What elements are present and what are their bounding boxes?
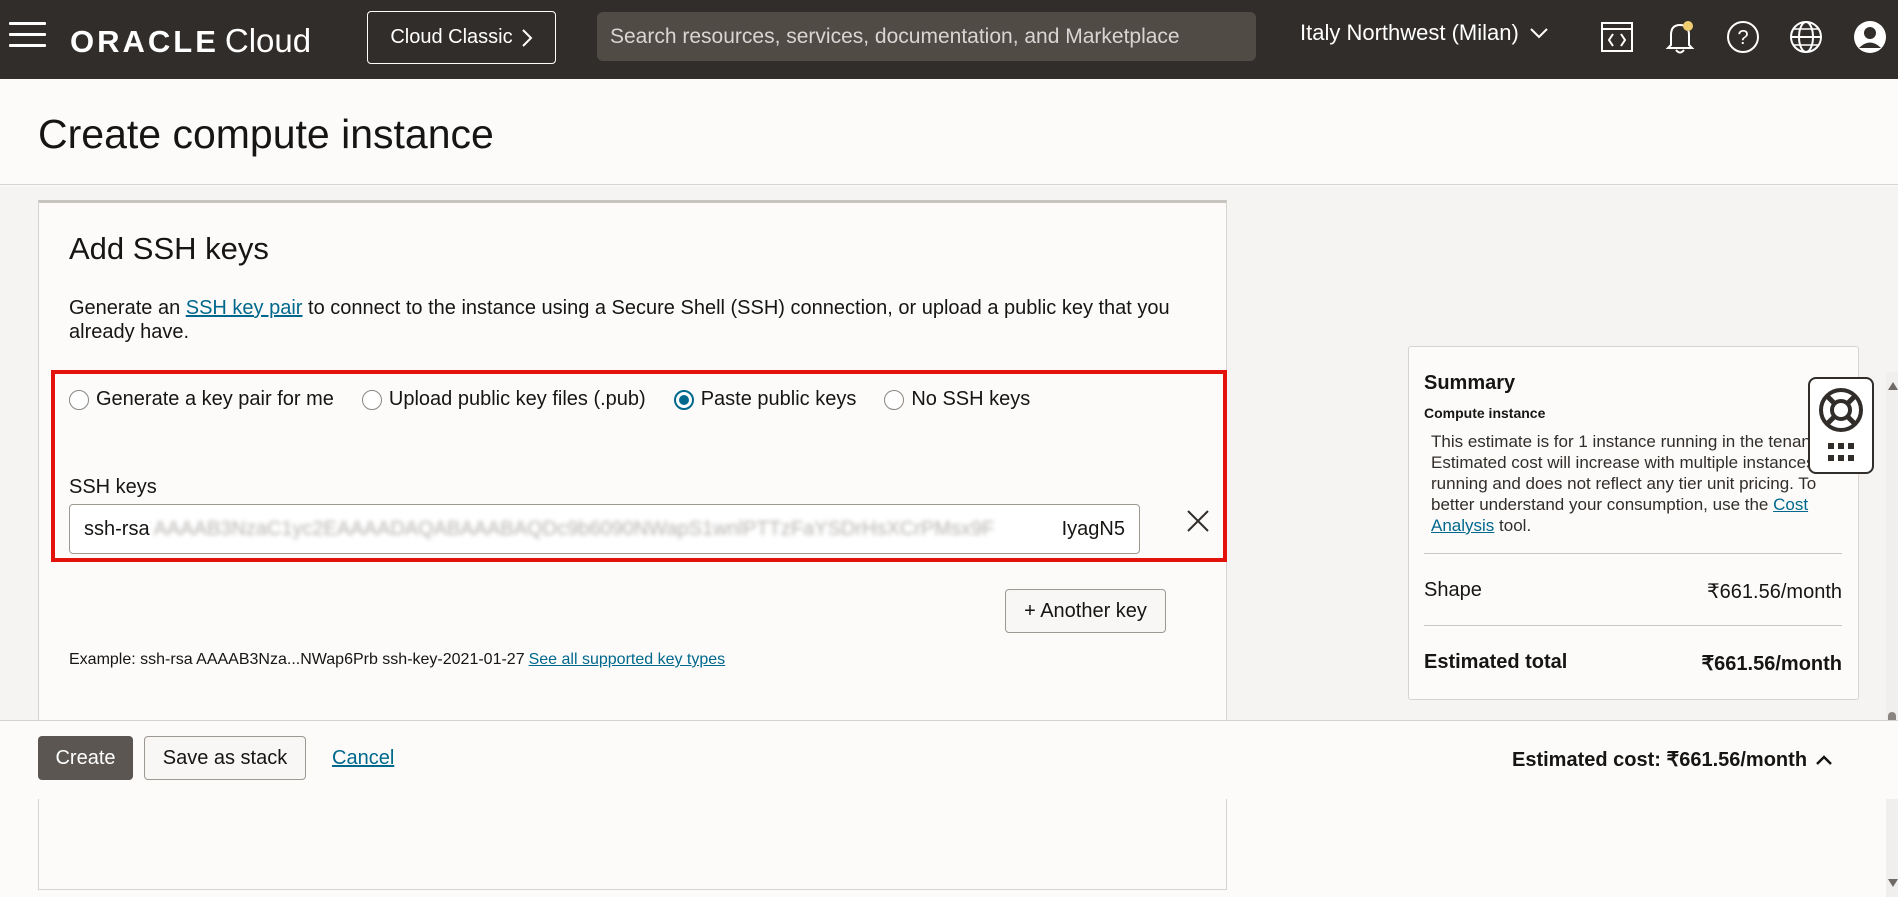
globe-icon[interactable]: [1787, 18, 1825, 56]
bottom-action-bar: Create Save as stack Cancel Estimated co…: [0, 720, 1898, 799]
summary-description: This estimate is for 1 instance running …: [1431, 431, 1841, 536]
another-key-button[interactable]: + Another key: [1005, 589, 1166, 633]
cloud-classic-label: Cloud Classic: [390, 26, 513, 48]
ssh-description: Generate an SSH key pair to connect to t…: [69, 296, 1199, 344]
shape-value: ₹661.56/month: [1706, 581, 1842, 603]
ssh-keys-label: SSH keys: [69, 476, 157, 498]
summary-subtitle: Compute instance: [1424, 405, 1546, 421]
summary-divider: [1424, 625, 1842, 626]
ssh-key-suffix: IyagN5: [1061, 517, 1125, 540]
ssh-option-radio-group: Generate a key pair for me Upload public…: [69, 388, 1030, 411]
create-button[interactable]: Create: [38, 736, 133, 780]
chevron-down-icon: [1530, 28, 1548, 39]
ssh-key-pair-link[interactable]: SSH key pair: [186, 297, 303, 319]
region-selector[interactable]: Italy Northwest (Milan): [1300, 20, 1549, 46]
save-as-stack-button[interactable]: Save as stack: [144, 736, 306, 780]
summary-text-before: This estimate is for 1 instance running …: [1431, 432, 1832, 514]
shape-label: Shape: [1424, 579, 1482, 601]
radio-circle[interactable]: [884, 389, 905, 410]
oracle-cloud-logo[interactable]: ORACLE Cloud: [70, 22, 311, 60]
radio-circle-selected[interactable]: [673, 389, 694, 410]
logo-oracle-text: ORACLE: [70, 24, 219, 59]
page-title: Create compute instance: [38, 111, 494, 157]
lifebuoy-icon: [1819, 388, 1863, 432]
search-placeholder: Search resources, services, documentatio…: [610, 24, 1180, 48]
ssh-section-heading: Add SSH keys: [69, 231, 269, 266]
main-content: Add SSH keys Generate an SSH key pair to…: [0, 186, 1898, 897]
ssh-keys-input[interactable]: ssh-rsa AAAAB3NzaC1yc2EAAAADAQABAAABAQDc…: [69, 504, 1140, 554]
radio-paste-public-keys[interactable]: Paste public keys: [673, 388, 857, 411]
scroll-down-arrow-icon[interactable]: [1888, 879, 1898, 887]
chevron-right-icon: [521, 28, 533, 47]
estimated-cost-toggle[interactable]: Estimated cost: ₹661.56/month: [1512, 747, 1833, 772]
estimated-total-row: Estimated total ₹661.56/month: [1424, 651, 1842, 676]
code-editor-icon[interactable]: [1598, 18, 1636, 56]
hamburger-menu-icon[interactable]: [9, 22, 46, 50]
svg-text:?: ?: [1737, 27, 1748, 49]
ssh-key-prefix: ssh-rsa: [84, 517, 150, 540]
total-value: ₹661.56/month: [1701, 653, 1842, 675]
cancel-link[interactable]: Cancel: [332, 747, 394, 770]
radio-label: Upload public key files (.pub): [388, 388, 646, 410]
radio-circle[interactable]: [361, 389, 382, 410]
ssh-desc-before: Generate an: [69, 297, 186, 319]
help-icon[interactable]: ?: [1724, 18, 1762, 56]
ssh-key-redacted: AAAAB3NzaC1yc2EAAAADAQABAAABAQDc9b6090NW…: [153, 517, 995, 540]
logo-cloud-text: Cloud: [224, 22, 312, 59]
region-label: Italy Northwest (Milan): [1300, 20, 1519, 45]
example-key: Example: ssh-rsa AAAAB3Nza...NWap6Prb ss…: [69, 651, 525, 668]
chevron-up-icon: [1816, 754, 1832, 765]
grid-dots-icon: [1828, 443, 1854, 461]
page-scrollbar[interactable]: [1886, 372, 1898, 897]
radio-no-ssh-keys[interactable]: No SSH keys: [884, 388, 1030, 411]
search-input[interactable]: Search resources, services, documentatio…: [597, 12, 1256, 61]
bell-icon[interactable]: [1661, 18, 1699, 56]
summary-text-after: tool.: [1494, 516, 1532, 535]
radio-label: No SSH keys: [911, 388, 1031, 410]
shape-cost-row: Shape ₹661.56/month: [1424, 579, 1842, 604]
summary-title: Summary: [1424, 372, 1516, 394]
radio-upload-public-key[interactable]: Upload public key files (.pub): [361, 388, 646, 411]
help-widget[interactable]: [1808, 377, 1874, 474]
supported-key-types-link[interactable]: See all supported key types: [529, 651, 726, 668]
summary-panel: Summary Compute instance This estimate i…: [1408, 346, 1859, 700]
user-avatar-icon[interactable]: [1851, 18, 1889, 56]
radio-circle[interactable]: [69, 389, 89, 410]
cloud-classic-button[interactable]: Cloud Classic: [367, 11, 556, 64]
summary-divider: [1424, 553, 1842, 554]
ssh-example-text: Example: ssh-rsa AAAAB3Nza...NWap6Prb ss…: [69, 651, 725, 669]
estimated-cost-text: Estimated cost: ₹661.56/month: [1512, 749, 1808, 771]
scroll-up-arrow-icon[interactable]: [1888, 382, 1898, 390]
radio-generate-key-pair[interactable]: Generate a key pair for me: [69, 388, 334, 411]
radio-label: Paste public keys: [700, 388, 857, 410]
top-navigation-bar: ORACLE Cloud Cloud Classic Search resourc…: [0, 0, 1898, 79]
remove-key-icon[interactable]: [1183, 506, 1213, 536]
radio-label: Generate a key pair for me: [96, 388, 334, 410]
page-header: Create compute instance: [0, 79, 1898, 185]
total-label: Estimated total: [1424, 651, 1568, 673]
